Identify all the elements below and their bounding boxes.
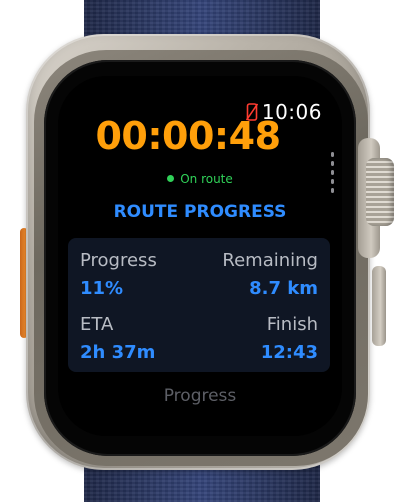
route-status-label: On route [180, 172, 233, 186]
stat-eta-label: ETA [80, 314, 114, 335]
scroll-dot [331, 161, 334, 166]
stat-finish-value: 12:43 [260, 342, 318, 363]
stat-finish-label: Finish [266, 314, 318, 335]
route-status-dot-icon [167, 175, 175, 182]
elapsed-timer: 00:00:48 [95, 114, 281, 158]
scroll-dot [331, 170, 334, 175]
section-title: ROUTE PROGRESS [113, 202, 287, 222]
stat-eta-value: 2h 37m [80, 342, 156, 363]
stat-remaining-label: Remaining [222, 250, 318, 271]
page-label: Progress [163, 386, 237, 406]
stat-remaining-value: 8.7 km [249, 278, 318, 299]
route-status: On route [58, 172, 342, 186]
stat-progress: Progress 11% [80, 250, 157, 300]
scroll-dot [331, 179, 334, 184]
stat-progress-value: 11% [80, 278, 124, 299]
scroll-dot [331, 152, 334, 157]
side-button[interactable] [372, 266, 386, 346]
scroll-dot [331, 188, 334, 193]
stat-finish: Finish 12:43 [261, 314, 318, 364]
route-stats-card: Progress 11% Remaining 8.7 km ETA 2h 37m… [68, 238, 330, 372]
watch-screen: 10:06 00:00:48 On route ROUTE PROGRESS P… [58, 76, 342, 436]
digital-crown[interactable] [366, 158, 394, 226]
stat-progress-label: Progress [80, 250, 157, 271]
stat-eta: ETA 2h 37m [80, 314, 155, 364]
watch-render: 10:06 00:00:48 On route ROUTE PROGRESS P… [0, 0, 410, 502]
page-scroll-indicator [331, 152, 334, 196]
stat-remaining: Remaining 8.7 km [222, 250, 318, 300]
